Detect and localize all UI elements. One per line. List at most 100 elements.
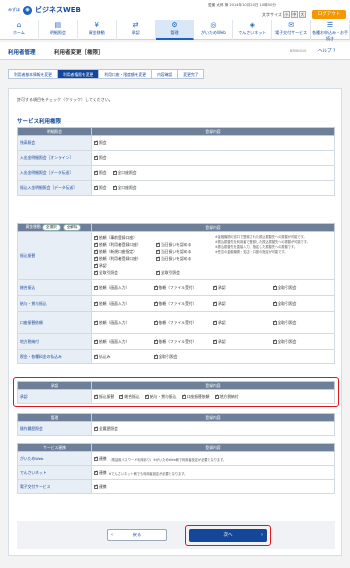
checkbox-option[interactable]: 依頼（利用者登録口座） (94, 242, 150, 248)
nav-admin[interactable]: ⚙ 管理 (155, 20, 195, 40)
option-label: 全取引照会 (277, 319, 297, 325)
checkbox-option[interactable]: 連携 (94, 470, 107, 476)
brand-logo[interactable]: みずほ ◉ ビジネスWEB (8, 5, 81, 15)
checkbox[interactable] (156, 270, 160, 275)
checkbox-option[interactable]: 全取引照会 (272, 338, 327, 345)
checkbox[interactable] (94, 354, 98, 359)
checkbox[interactable] (94, 270, 98, 275)
checkbox[interactable] (94, 242, 98, 247)
checkbox[interactable] (94, 140, 98, 145)
checkbox[interactable] (94, 263, 98, 268)
font-size-medium-button[interactable]: 中 (290, 11, 298, 18)
nav-approval[interactable]: ⇄ 承認 (117, 20, 156, 40)
checkbox-option[interactable]: 全取引照会 (94, 270, 150, 276)
checkbox-option[interactable]: 依頼（ファイル受付） (153, 285, 208, 291)
checkbox-option[interactable]: 全取引照会 (153, 354, 208, 360)
checkbox[interactable] (94, 470, 98, 475)
logout-button[interactable]: ログアウト (312, 10, 346, 19)
checkbox[interactable] (272, 339, 277, 344)
nav-edelivery[interactable]: ✉ 電子交付サービス (272, 20, 312, 40)
checkbox-option[interactable]: 当日扱いを認める (156, 249, 206, 255)
checkbox[interactable] (156, 242, 160, 247)
checkbox[interactable] (213, 285, 217, 290)
checkbox[interactable] (112, 170, 117, 175)
back-button[interactable]: ‹ 戻る (107, 529, 167, 541)
row-label: 入出金明細照会［オンライン］ (17, 150, 92, 166)
checkbox-option[interactable]: 全取引照会 (272, 319, 327, 326)
checkbox[interactable] (94, 185, 98, 190)
checkbox-option[interactable]: 連携 (94, 484, 107, 490)
checkbox[interactable] (272, 285, 277, 290)
checkbox-option[interactable]: 全口座照会 (112, 170, 137, 176)
checkbox[interactable] (94, 235, 98, 240)
checkbox-option[interactable]: 承認 (94, 263, 150, 269)
checkbox-option[interactable]: 承認 (213, 320, 267, 326)
checkbox-option[interactable]: 全取引照会 (272, 301, 327, 307)
checkbox[interactable] (94, 320, 98, 325)
checkbox-option[interactable]: 依頼（事前登録口座） (94, 235, 150, 241)
checkbox[interactable] (156, 249, 160, 254)
font-size-small-button[interactable]: 小 (282, 11, 290, 18)
checkbox-option[interactable]: 依頼（画面入力） (94, 339, 148, 345)
checkbox-option[interactable]: 照会 (94, 170, 107, 176)
checkbox[interactable] (153, 354, 158, 359)
select-all-button[interactable]: 全選択 (41, 224, 61, 231)
checkbox-option[interactable]: 依頼（画面入力） (94, 301, 148, 307)
checkbox[interactable] (94, 249, 98, 254)
checkbox-option[interactable]: 依頼（ファイル受付） (153, 301, 208, 307)
checkbox[interactable] (94, 339, 98, 344)
checkbox-option[interactable]: 照会 (94, 155, 107, 161)
checkbox-option[interactable]: 全口座照会 (112, 185, 137, 191)
checkbox[interactable] (153, 320, 158, 325)
clear-all-button[interactable]: 全解除 (62, 224, 82, 231)
checkbox-option[interactable]: 当日扱いを認める (156, 242, 206, 248)
checkbox[interactable] (94, 301, 98, 306)
checkbox[interactable] (153, 339, 158, 344)
nav-home[interactable]: ⌂ ホーム (0, 20, 39, 40)
checkbox[interactable] (156, 256, 160, 261)
checkbox[interactable] (213, 339, 217, 344)
checkbox-option[interactable]: 依頼（ファイル受付） (153, 339, 208, 345)
nav-apply[interactable]: ☰ 各種お申込み・お手続き (311, 20, 350, 41)
checkbox-option[interactable]: 全取引照会 (272, 285, 327, 291)
checkbox[interactable] (272, 301, 277, 306)
checkbox-option[interactable]: 依頼（画面入力） (94, 320, 148, 326)
nav-densai[interactable]: ◈ でんさいネット (233, 20, 273, 40)
checkbox[interactable] (94, 456, 98, 461)
nav-inquiry[interactable]: ▤ 明細照会 (39, 20, 78, 40)
checkbox-option[interactable]: 承認 (213, 339, 267, 345)
checkbox[interactable] (94, 426, 98, 431)
checkbox-option[interactable]: 承認 (213, 285, 267, 291)
checkbox[interactable] (213, 301, 217, 306)
checkbox-option[interactable]: 照会 (94, 140, 107, 146)
checkbox-option[interactable]: 承認 (213, 301, 267, 307)
checkbox[interactable] (94, 155, 98, 160)
option-label: 全取引照会 (277, 338, 297, 344)
checkbox-option[interactable]: 全履歴照会 (94, 426, 118, 432)
network-icon: ◈ (249, 21, 255, 29)
checkbox[interactable] (153, 301, 158, 306)
nav-forex[interactable]: ◎ がいためWeb (194, 20, 234, 40)
checkbox[interactable] (272, 320, 277, 325)
checkbox[interactable] (94, 285, 98, 290)
checkbox[interactable] (213, 320, 217, 325)
top-bar: みずほ ◉ ビジネスWEB 愛媛 太郎 様 2014年10月20日 10時50分… (0, 0, 350, 41)
checkbox[interactable] (112, 185, 117, 190)
checkbox[interactable] (94, 170, 98, 175)
checkbox-option[interactable]: 依頼（画面入力） (94, 285, 148, 291)
checkbox-option[interactable]: 照会 (94, 185, 107, 191)
checkbox-option[interactable]: 全取引照会 (156, 270, 206, 276)
font-size-large-button[interactable]: 大 (298, 11, 306, 18)
checkbox-option[interactable]: 連携 (94, 456, 107, 462)
checkbox[interactable] (94, 484, 98, 489)
checkbox-option[interactable]: 依頼（新規口座指定） (94, 249, 150, 255)
help-link[interactable]: ヘルプ ? (318, 48, 335, 54)
checkbox-option[interactable]: 当日扱いを認める (156, 256, 206, 262)
checkbox[interactable] (153, 285, 158, 290)
checkbox-option[interactable]: 依頼（ファイル受付） (153, 320, 208, 326)
checkbox-option[interactable]: 依頼（利用者登録口座） (94, 256, 150, 262)
checkbox-option[interactable]: 払込み (94, 354, 148, 360)
checkbox[interactable] (94, 256, 98, 261)
row-label: 税金・各種料金の払込み (17, 349, 92, 364)
nav-transfer[interactable]: ¥ 資金移動 (78, 20, 117, 40)
